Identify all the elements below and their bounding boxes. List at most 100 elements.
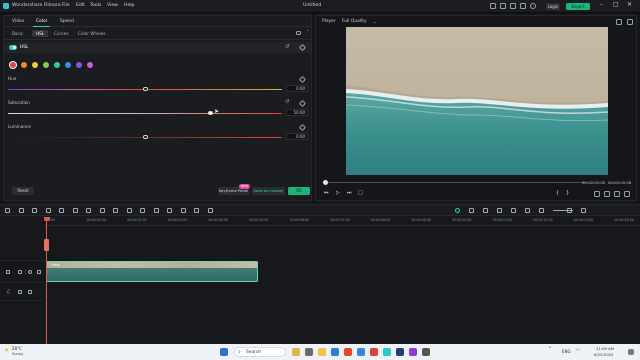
menu-tools[interactable]: Tools: [90, 3, 101, 8]
audio-icon[interactable]: [167, 208, 172, 213]
text-icon[interactable]: [99, 208, 105, 213]
menu-view[interactable]: View: [107, 3, 118, 8]
app-icon-2[interactable]: [422, 348, 430, 356]
windows-start-icon[interactable]: [220, 348, 228, 356]
photoshop-icon[interactable]: [396, 348, 404, 356]
subtab-color-wheels[interactable]: Color Wheels: [78, 31, 106, 36]
display-icon[interactable]: [594, 191, 600, 197]
mark-out-icon[interactable]: }: [566, 190, 569, 196]
export-button[interactable]: Export: [566, 3, 590, 10]
maximize-icon[interactable]: □: [613, 1, 619, 8]
wifi-icon[interactable]: ◠: [576, 348, 580, 354]
color-swatch[interactable]: [21, 62, 27, 68]
timer-icon[interactable]: [140, 208, 145, 213]
compare-icon[interactable]: [296, 31, 301, 35]
step-forward-icon[interactable]: ⏭: [347, 190, 352, 196]
weather-temp[interactable]: 28°C: [12, 346, 22, 351]
split-view-icon[interactable]: [5, 208, 10, 213]
magnet-icon[interactable]: [18, 208, 24, 213]
subtab-curves[interactable]: Curves: [54, 31, 69, 36]
weather-desc[interactable]: Sunny: [12, 352, 23, 356]
hue-slider-thumb[interactable]: [143, 86, 148, 92]
snapshot-icon[interactable]: [525, 208, 530, 213]
audio-lock-icon[interactable]: [18, 290, 22, 294]
file-explorer-icon[interactable]: [318, 348, 326, 356]
crop-icon[interactable]: [86, 208, 91, 213]
color-swatch[interactable]: [87, 62, 93, 68]
redo-icon[interactable]: [45, 208, 51, 213]
luminance-slider-thumb[interactable]: [143, 134, 148, 140]
clock-time[interactable]: 11:09 AM: [596, 346, 614, 351]
playhead-handle[interactable]: [43, 217, 50, 221]
monitor-icon[interactable]: [500, 3, 506, 9]
word-icon[interactable]: [357, 348, 365, 356]
subtab-hsl[interactable]: HSL: [32, 30, 49, 37]
step-back-icon[interactable]: ⏮: [324, 190, 329, 196]
login-button[interactable]: Login: [546, 3, 560, 10]
mark-in-icon[interactable]: {: [556, 190, 559, 196]
color-swatch[interactable]: [65, 62, 71, 68]
saturation-keyframe-icon[interactable]: [298, 99, 307, 108]
luminance-value[interactable]: 0.00: [286, 133, 308, 140]
app-icon[interactable]: [409, 348, 417, 356]
saturation-slider-track[interactable]: [8, 113, 282, 115]
headset-icon[interactable]: [530, 3, 536, 9]
hue-value[interactable]: 0.00: [286, 85, 308, 92]
volume-icon[interactable]: [614, 191, 620, 197]
color-swatch[interactable]: [76, 62, 82, 68]
luminance-keyframe-icon[interactable]: [298, 123, 307, 132]
tab-video[interactable]: Video: [12, 19, 24, 24]
layout-icon[interactable]: [627, 19, 633, 25]
notification-icon[interactable]: [628, 349, 634, 355]
brave-icon[interactable]: [344, 348, 352, 356]
color-icon[interactable]: [126, 208, 132, 213]
scrub-handle[interactable]: [323, 180, 328, 185]
fullscreen-icon[interactable]: [624, 191, 630, 197]
chevron-down-icon[interactable]: ⌄: [373, 19, 376, 24]
saturation-slider-thumb[interactable]: [208, 110, 213, 116]
minimize-icon[interactable]: –: [600, 1, 603, 8]
scrub-bar[interactable]: [324, 182, 586, 183]
task-view-icon[interactable]: [305, 348, 313, 356]
video-preview[interactable]: [346, 27, 608, 175]
quality-select[interactable]: Full Quality: [342, 19, 367, 24]
search-input[interactable]: ⌕ Search: [234, 347, 286, 357]
ai-icon[interactable]: [511, 208, 516, 213]
menu-help[interactable]: Help: [124, 3, 134, 8]
language-indicator[interactable]: ENG: [562, 349, 571, 354]
close-icon[interactable]: ✕: [627, 1, 632, 8]
menu-edit[interactable]: Edit: [76, 3, 85, 8]
clock-date[interactable]: 6/25/2024: [594, 352, 613, 357]
filmora-taskbar-icon[interactable]: [383, 348, 391, 356]
stop-icon[interactable]: □: [358, 190, 363, 196]
audio-volume-icon[interactable]: [28, 290, 32, 294]
snapshot-icon[interactable]: [616, 19, 622, 25]
voice-icon[interactable]: [483, 208, 488, 213]
eye-icon[interactable]: [28, 270, 32, 274]
group-icon[interactable]: [194, 208, 199, 213]
zoom-in-icon[interactable]: [567, 208, 572, 213]
reset-section-icon[interactable]: ↺: [285, 44, 290, 50]
menu-file[interactable]: File: [62, 3, 70, 8]
mask-icon[interactable]: [153, 208, 159, 213]
color-swatch[interactable]: [10, 62, 16, 68]
upload-icon[interactable]: [490, 3, 496, 9]
saturation-value[interactable]: 50.00: [286, 109, 308, 116]
chevron-up-icon[interactable]: ⌃: [306, 30, 310, 35]
subtab-basic[interactable]: Basic: [12, 31, 23, 36]
transform-icon[interactable]: [180, 208, 186, 213]
lock-icon[interactable]: [18, 270, 22, 274]
video-clip[interactable]: Video: [46, 261, 258, 282]
hue-keyframe-icon[interactable]: [298, 75, 307, 84]
hsl-toggle[interactable]: [9, 45, 17, 50]
gift-icon[interactable]: [510, 3, 516, 9]
playhead[interactable]: [46, 217, 47, 345]
chrome-icon[interactable]: [370, 348, 378, 356]
color-swatch[interactable]: [43, 62, 49, 68]
speed-icon[interactable]: [113, 208, 118, 213]
widgets-icon[interactable]: [292, 348, 300, 356]
color-swatch[interactable]: [32, 62, 38, 68]
render-icon[interactable]: [455, 208, 460, 213]
ok-button[interactable]: OK: [288, 187, 310, 195]
save-as-custom-button[interactable]: Save as custom: [252, 187, 285, 195]
